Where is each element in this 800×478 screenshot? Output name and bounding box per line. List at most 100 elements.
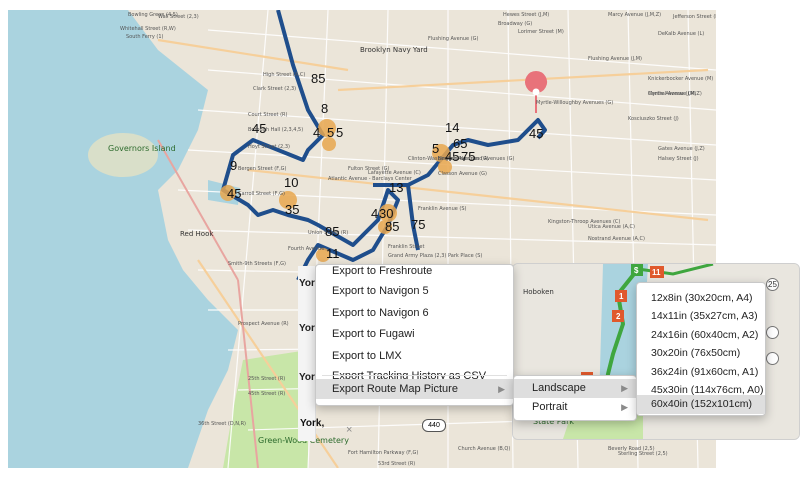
street-label: Prospect Avenue (R) xyxy=(238,321,289,327)
svg-text:$: $ xyxy=(634,266,639,275)
menu-item-label: Export to LMX xyxy=(332,350,402,362)
size-option-30x20[interactable]: 30x20in (76x50cm) xyxy=(637,344,765,363)
street-label: Nostrand Avenue (A,C) xyxy=(588,236,645,242)
street-label: Lorimer Street (M) xyxy=(518,29,564,35)
menu-export-freshroute[interactable]: Export to Freshroute xyxy=(316,261,513,281)
red-hook-label: Red Hook xyxy=(180,230,214,238)
route-number-label: 5 xyxy=(327,125,334,140)
menu-item-label: Export Route Map Picture xyxy=(332,383,458,395)
route-number-label: 75 xyxy=(461,149,475,164)
street-label: South Ferry (1) xyxy=(126,34,164,40)
route-number-label: 5 xyxy=(336,125,343,140)
menu-item-label: 24x16in (60x40cm, A2) xyxy=(651,329,759,341)
street-label: Bergen Street (F,G) xyxy=(238,166,287,172)
street-label: Park Place (S) xyxy=(448,253,482,259)
street-label: 25th Street (R) xyxy=(248,376,285,382)
size-option-a2[interactable]: 24x16in (60x40cm, A2) xyxy=(637,326,765,345)
submenu-arrow-icon: ▶ xyxy=(621,402,628,412)
location-list-strip: York York York xyxy=(298,266,321,441)
route-number-label: 45 xyxy=(252,121,266,136)
panel-button-1[interactable] xyxy=(766,326,779,339)
menu-item-label: 14x11in (35x27cm, A3) xyxy=(651,310,758,322)
street-label: Myrtle Avenue (J,M,Z) xyxy=(648,91,702,97)
street-label: Hewes Street (J,M) xyxy=(503,12,549,18)
route-number-label: 4 xyxy=(371,206,378,221)
street-label: Carroll Street (F,G) xyxy=(238,191,285,197)
svg-text:2: 2 xyxy=(616,312,621,321)
street-label: Fort Hamilton Parkway (F,G) xyxy=(348,450,418,456)
street-label: Flushing Avenue (G) xyxy=(428,36,479,42)
menu-export-lmx[interactable]: Export to LMX xyxy=(316,346,513,366)
street-label: Hoyt Street (2,3) xyxy=(248,144,290,150)
menu-export-navigon6[interactable]: Export to Navigon 6 xyxy=(316,303,513,323)
street-label: High Street (A,C) xyxy=(263,72,305,78)
route-number-label: 5 xyxy=(432,141,439,156)
hoboken-label: Hoboken xyxy=(523,288,554,296)
menu-item-label: 36x24in (91x60cm, A1) xyxy=(651,366,759,378)
route-440-badge: 440 xyxy=(422,419,446,432)
street-label: 36th Street (D,N,R) xyxy=(198,421,246,427)
panel-button-2[interactable] xyxy=(766,352,779,365)
route-number-label: 9 xyxy=(230,158,237,173)
street-label: DeKalb Avenue (L) xyxy=(658,31,704,37)
size-option-60x40[interactable]: 60x40in (152x101cm) xyxy=(637,395,765,414)
route-number-label: 85 xyxy=(325,224,339,239)
street-label: 53rd Street (R) xyxy=(378,461,415,467)
close-icon[interactable]: × xyxy=(346,424,352,436)
street-label: Knickerbocker Avenue (M) xyxy=(648,76,713,82)
menu-landscape[interactable]: Landscape ▶ xyxy=(514,379,636,398)
governors-island xyxy=(88,133,158,177)
menu-portrait[interactable]: Portrait ▶ xyxy=(514,398,636,417)
street-label: 45th Street (R) xyxy=(248,391,285,397)
street-label: Wall Street (2,3) xyxy=(158,14,199,20)
navy-yard-label: Brooklyn Navy Yard xyxy=(360,46,428,54)
route-number-label: 4 xyxy=(313,125,320,140)
york-label-4[interactable]: York, xyxy=(300,418,324,429)
street-label: Utica Avenue (A,C) xyxy=(588,224,635,230)
street-label: Grand Army Plaza (2,3) xyxy=(388,253,446,259)
submenu-arrow-icon: ▶ xyxy=(498,384,505,394)
menu-item-label: Export to Navigon 6 xyxy=(332,307,429,319)
street-label: Kosciuszko Street (J) xyxy=(628,116,679,122)
menu-item-label: Landscape xyxy=(532,382,586,394)
street-label: Franklin Avenue (S) xyxy=(418,206,467,212)
street-label: Halsey Street (J) xyxy=(658,156,699,162)
size-option-a4[interactable]: 12x8in (30x20cm, A4) xyxy=(637,289,765,308)
street-label: Marcy Avenue (J,M,Z) xyxy=(608,12,661,18)
menu-item-label: 60x40in (152x101cm) xyxy=(651,398,752,410)
route-number-label: 85 xyxy=(311,71,325,86)
menu-item-label: 12x8in (30x20cm, A4) xyxy=(651,292,753,304)
menu-item-label: 30x20in (76x50cm) xyxy=(651,347,741,359)
street-label: Lafayette Avenue (C) xyxy=(368,170,421,176)
submenu-arrow-icon: ▶ xyxy=(621,383,628,393)
street-label: Gates Avenue (J,Z) xyxy=(658,146,705,152)
menu-item-label: Export to Fugawi xyxy=(332,328,415,340)
street-label: Clark Street (2,3) xyxy=(253,86,296,92)
street-label: Franklin Street xyxy=(388,244,424,250)
route-number-label: 85 xyxy=(385,219,399,234)
route-number-label: 45 xyxy=(445,149,459,164)
menu-separator xyxy=(322,375,507,376)
route-number-label: 10 xyxy=(284,175,298,190)
street-label: Court Street (R) xyxy=(248,112,288,118)
menu-export-navigon5[interactable]: Export to Navigon 5 xyxy=(316,281,513,301)
route-number-label: 35 xyxy=(285,202,299,217)
menu-item-label: Export to Navigon 5 xyxy=(332,285,429,297)
svg-text:11: 11 xyxy=(652,268,661,277)
export-context-menu: Export to Freshroute Export to Navigon 5… xyxy=(315,264,514,406)
route-number-label: 45 xyxy=(529,126,543,141)
size-option-a1[interactable]: 36x24in (91x60cm, A1) xyxy=(637,363,765,382)
menu-item-label: Portrait xyxy=(532,401,568,413)
street-label: Flushing Avenue (J,M) xyxy=(588,56,642,62)
highway-badge: 25 xyxy=(766,278,779,291)
route-number-label: 11 xyxy=(326,246,340,261)
street-label: Smith-9th Streets (F,G) xyxy=(228,261,286,267)
size-option-a3[interactable]: 14x11in (35x27cm, A3) xyxy=(637,307,765,326)
governors-island-label: Governors Island xyxy=(108,144,176,153)
street-label: Broadway (G) xyxy=(498,21,532,27)
menu-export-route-map-picture[interactable]: Export Route Map Picture ▶ xyxy=(316,379,513,399)
menu-export-fugawi[interactable]: Export to Fugawi xyxy=(316,324,513,344)
svg-text:1: 1 xyxy=(619,292,624,301)
street-label: Fourth Avenue xyxy=(288,246,324,252)
street-label: Church Avenue (B,Q) xyxy=(458,446,510,452)
